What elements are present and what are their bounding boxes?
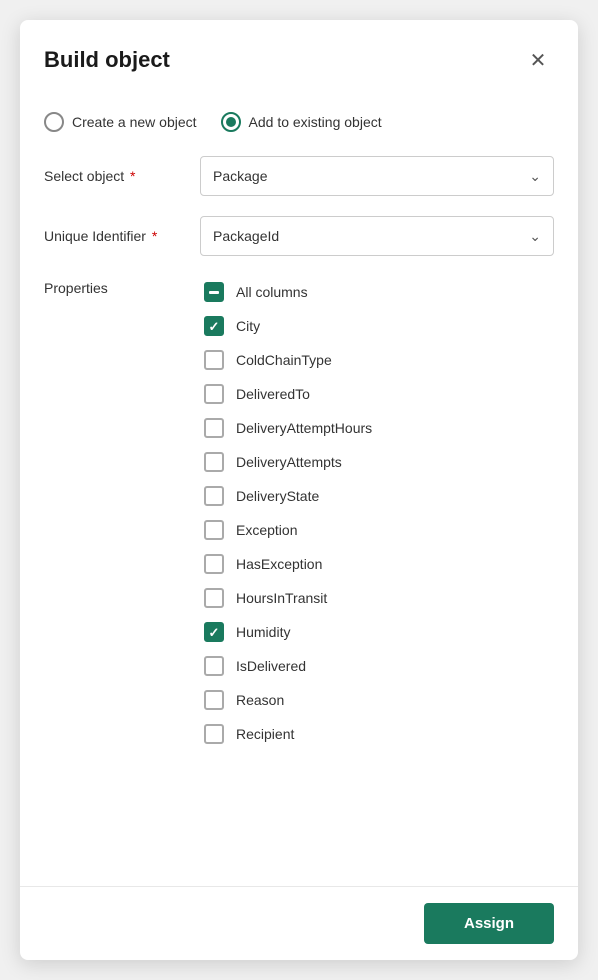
deliveryattempthours-checkbox[interactable] (204, 418, 224, 438)
hasexception-checkbox[interactable] (204, 554, 224, 574)
list-item[interactable]: DeliveryAttemptHours (200, 412, 554, 444)
dialog-title: Build object (44, 47, 170, 73)
list-item[interactable]: DeliveryState (200, 480, 554, 512)
deliveredto-label: DeliveredTo (236, 386, 310, 402)
close-icon: ✕ (530, 48, 547, 73)
city-label: City (236, 318, 260, 334)
add-existing-label: Add to existing object (249, 114, 382, 130)
deliveredto-checkbox[interactable] (204, 384, 224, 404)
list-item[interactable]: Exception (200, 514, 554, 546)
list-item[interactable]: HoursInTransit (200, 582, 554, 614)
deliveryattempts-label: DeliveryAttempts (236, 454, 342, 470)
all-columns-checkbox[interactable] (204, 282, 224, 302)
select-object-row: Select object * Package ⌄ (44, 156, 554, 196)
coldchaintype-label: ColdChainType (236, 352, 332, 368)
close-button[interactable]: ✕ (522, 44, 554, 76)
deliveryattempts-checkbox[interactable] (204, 452, 224, 472)
unique-identifier-label: Unique Identifier * (44, 228, 184, 244)
city-checkbox[interactable] (204, 316, 224, 336)
exception-label: Exception (236, 522, 297, 538)
select-object-required-star: * (126, 168, 135, 184)
unique-identifier-row: Unique Identifier * PackageId ⌄ (44, 216, 554, 256)
list-item[interactable]: DeliveryAttempts (200, 446, 554, 478)
humidity-label: Humidity (236, 624, 290, 640)
unique-identifier-chevron-icon: ⌄ (529, 228, 541, 245)
all-columns-item[interactable]: All columns (200, 276, 554, 308)
reason-checkbox[interactable] (204, 690, 224, 710)
add-existing-radio[interactable] (221, 112, 241, 132)
select-object-value: Package (213, 168, 267, 184)
dialog-header: Build object ✕ (20, 20, 578, 92)
create-new-label: Create a new object (72, 114, 197, 130)
isdelivered-checkbox[interactable] (204, 656, 224, 676)
reason-label: Reason (236, 692, 284, 708)
properties-list: All columns City ColdChainType Delivered… (200, 276, 554, 750)
list-item[interactable]: DeliveredTo (200, 378, 554, 410)
deliverystate-label: DeliveryState (236, 488, 319, 504)
dialog-footer: Assign (20, 886, 578, 960)
unique-identifier-required-star: * (148, 228, 157, 244)
unique-identifier-dropdown[interactable]: PackageId ⌄ (200, 216, 554, 256)
properties-section: Properties All columns City ColdChainTyp… (44, 276, 554, 750)
hoursintransit-label: HoursInTransit (236, 590, 327, 606)
isdelivered-label: IsDelivered (236, 658, 306, 674)
create-new-option[interactable]: Create a new object (44, 112, 197, 132)
properties-label: Properties (44, 276, 184, 296)
coldchaintype-checkbox[interactable] (204, 350, 224, 370)
select-object-dropdown[interactable]: Package ⌄ (200, 156, 554, 196)
list-item[interactable]: HasException (200, 548, 554, 580)
list-item[interactable]: Reason (200, 684, 554, 716)
hoursintransit-checkbox[interactable] (204, 588, 224, 608)
humidity-checkbox[interactable] (204, 622, 224, 642)
hasexception-label: HasException (236, 556, 322, 572)
list-item[interactable]: City (200, 310, 554, 342)
deliverystate-checkbox[interactable] (204, 486, 224, 506)
create-new-radio[interactable] (44, 112, 64, 132)
list-item[interactable]: Recipient (200, 718, 554, 750)
all-columns-label: All columns (236, 284, 308, 300)
build-object-dialog: Build object ✕ Create a new object Add t… (20, 20, 578, 960)
select-object-label: Select object * (44, 168, 184, 184)
unique-identifier-value: PackageId (213, 228, 279, 244)
assign-button[interactable]: Assign (424, 903, 554, 944)
add-existing-option[interactable]: Add to existing object (221, 112, 382, 132)
recipient-label: Recipient (236, 726, 294, 742)
list-item[interactable]: ColdChainType (200, 344, 554, 376)
select-object-chevron-icon: ⌄ (529, 168, 541, 185)
list-item[interactable]: Humidity (200, 616, 554, 648)
deliveryattempthours-label: DeliveryAttemptHours (236, 420, 372, 436)
exception-checkbox[interactable] (204, 520, 224, 540)
object-mode-radio-group: Create a new object Add to existing obje… (44, 108, 554, 136)
list-item[interactable]: IsDelivered (200, 650, 554, 682)
dialog-body: Create a new object Add to existing obje… (20, 92, 578, 886)
recipient-checkbox[interactable] (204, 724, 224, 744)
